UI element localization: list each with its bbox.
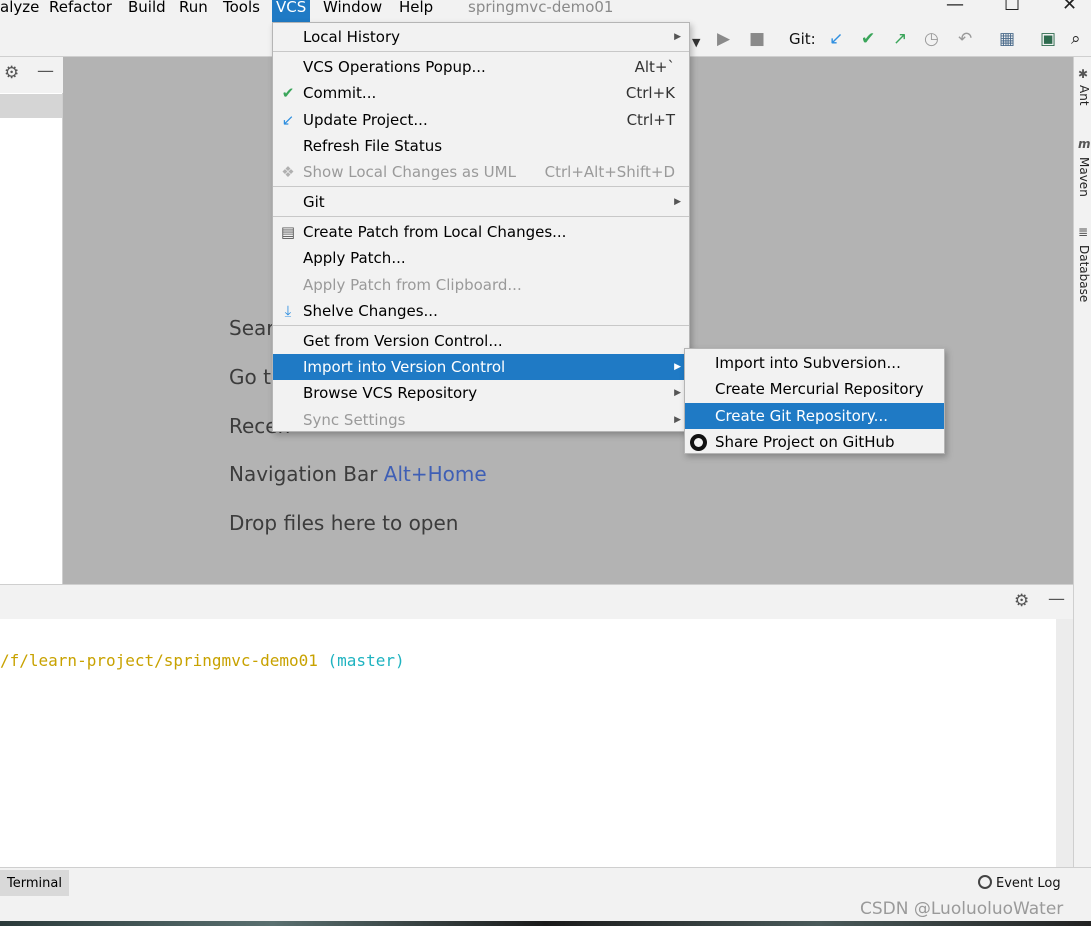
ant-icon: ✱ — [1078, 67, 1089, 81]
menu-refactor[interactable]: Refactor — [49, 0, 112, 22]
terminal-tab[interactable]: Terminal — [0, 870, 69, 897]
menu-item-refresh-file-status[interactable]: Refresh File Status — [273, 133, 689, 159]
menu-item-update-project[interactable]: ↙ Update Project... Ctrl+T — [273, 107, 689, 133]
status-bar: Terminal Event Log — [0, 867, 1091, 897]
menu-item-vcs-operations-popup[interactable]: VCS Operations Popup... Alt+` — [273, 54, 689, 80]
menu-item-git[interactable]: Git ▶ — [273, 189, 689, 215]
terminal-path: /f/learn-project/springmvc-demo01 — [0, 651, 318, 670]
minimize-icon[interactable]: — — [946, 0, 964, 15]
right-tool-strip: ✱ Ant m Maven ≣ Database — [1073, 57, 1091, 867]
event-log-icon — [978, 875, 992, 889]
github-icon — [690, 433, 708, 451]
search-icon[interactable]: ⌕ — [1071, 29, 1081, 49]
import-vcs-submenu: Import into Subversion... Create Mercuri… — [684, 348, 945, 454]
selected-tree-row[interactable] — [0, 94, 62, 118]
menu-item-apply-patch[interactable]: Apply Patch... — [273, 245, 689, 271]
terminal-prompt-line: /f/learn-project/springmvc-demo01 (maste… — [0, 651, 405, 670]
menu-item-shelve-changes[interactable]: ⤓ Shelve Changes... — [273, 298, 689, 324]
menu-separator — [273, 216, 689, 217]
menu-tools[interactable]: Tools — [223, 0, 260, 22]
watermark: CSDN @LuoluoluoWater — [860, 899, 1064, 919]
shelve-icon: ⤓ — [284, 302, 292, 320]
uml-icon: ❖ — [281, 163, 295, 181]
menu-item-create-patch[interactable]: ▤ Create Patch from Local Changes... — [273, 219, 689, 245]
git-label: Git: — [789, 30, 816, 48]
menu-analyze[interactable]: alyze — [0, 0, 39, 22]
menu-separator — [273, 51, 689, 52]
gear-icon[interactable]: ⚙ — [1014, 591, 1029, 611]
submenu-item-create-mercurial[interactable]: Create Mercurial Repository — [685, 376, 944, 402]
menu-item-import-into-vcs[interactable]: Import into Version Control ▶ — [273, 354, 689, 380]
menu-item-local-history[interactable]: Local History ▶ — [273, 24, 689, 50]
git-update-icon[interactable]: ↙ — [829, 29, 843, 49]
maven-icon: m — [1078, 137, 1091, 151]
menu-item-sync-settings[interactable]: Sync Settings ▶ — [273, 407, 689, 433]
menu-item-commit[interactable]: ✔ Commit... Ctrl+K — [273, 80, 689, 106]
run-icon[interactable]: ▶ — [717, 29, 730, 49]
close-icon[interactable]: ✕ — [1062, 0, 1077, 15]
menu-separator — [273, 325, 689, 326]
hint-search-everywhere: Sear — [229, 316, 275, 340]
terminal-header: ⚙ — — [0, 584, 1073, 619]
terminal-scrollbar[interactable] — [1056, 619, 1073, 867]
hide-icon[interactable]: — — [1048, 589, 1065, 609]
hint-drop-files: Drop files here to open — [229, 511, 459, 535]
menu-run[interactable]: Run — [179, 0, 208, 22]
menu-item-show-local-changes-uml[interactable]: ❖ Show Local Changes as UML Ctrl+Alt+Shif… — [273, 159, 689, 185]
menu-item-browse-vcs-repository[interactable]: Browse VCS Repository ▶ — [273, 380, 689, 406]
terminal-output[interactable]: /f/learn-project/springmvc-demo01 (maste… — [0, 619, 1056, 867]
submenu-arrow-icon: ▶ — [674, 415, 681, 425]
menu-help[interactable]: Help — [399, 0, 433, 22]
patch-icon: ▤ — [280, 223, 296, 241]
menu-build[interactable]: Build — [128, 0, 166, 22]
menu-item-apply-patch-clipboard[interactable]: Apply Patch from Clipboard... — [273, 272, 689, 298]
submenu-arrow-icon: ▶ — [674, 197, 681, 207]
submenu-item-create-git-repository[interactable]: Create Git Repository... — [685, 403, 944, 429]
project-panel-header: ⚙ — — [0, 57, 63, 93]
hint-go-to-file: Go t — [229, 365, 271, 389]
project-title: springmvc-demo01 — [468, 0, 614, 16]
ant-tool-button[interactable]: Ant — [1077, 85, 1091, 106]
menu-separator — [273, 186, 689, 187]
submenu-arrow-icon: ▶ — [674, 32, 681, 42]
menu-bar: alyze Refactor Build Run Tools VCS Windo… — [0, 0, 1091, 22]
hide-icon[interactable]: — — [37, 61, 54, 81]
menu-item-get-from-vcs[interactable]: Get from Version Control... — [273, 328, 689, 354]
run-anything-icon[interactable]: ▣ — [1040, 29, 1056, 49]
check-icon: ✔ — [281, 84, 295, 102]
history-icon[interactable]: ◷ — [924, 29, 939, 49]
update-arrow-icon: ↙ — [281, 111, 295, 129]
dropdown-arrow-icon[interactable]: ▼ — [692, 33, 700, 53]
project-panel: ⚙ — — [0, 57, 63, 584]
submenu-item-share-on-github[interactable]: Share Project on GitHub — [685, 429, 944, 455]
menu-vcs[interactable]: VCS — [272, 0, 311, 22]
gear-icon[interactable]: ⚙ — [4, 63, 19, 83]
rollback-icon[interactable]: ↶ — [958, 29, 972, 49]
stop-icon[interactable]: ■ — [749, 29, 765, 49]
hint-navigation-bar: Navigation Bar Alt+Home — [229, 462, 487, 486]
vcs-menu: Local History ▶ VCS Operations Popup... Al… — [272, 22, 690, 432]
project-structure-icon[interactable]: ▦ — [999, 29, 1015, 49]
maximize-icon[interactable]: ☐ — [1004, 0, 1020, 15]
database-tool-button[interactable]: Database — [1077, 245, 1091, 302]
terminal-branch: (master) — [327, 651, 405, 670]
submenu-arrow-icon: ▶ — [674, 362, 681, 372]
menu-window[interactable]: Window — [323, 0, 382, 22]
git-push-icon[interactable]: ↗ — [893, 29, 907, 49]
event-log-button[interactable]: Event Log — [978, 875, 1061, 891]
git-commit-icon[interactable]: ✔ — [861, 29, 875, 49]
submenu-arrow-icon: ▶ — [674, 388, 681, 398]
database-icon: ≣ — [1078, 225, 1089, 239]
submenu-item-import-subversion[interactable]: Import into Subversion... — [685, 350, 944, 376]
maven-tool-button[interactable]: Maven — [1077, 157, 1091, 197]
desktop-strip — [0, 921, 1091, 926]
